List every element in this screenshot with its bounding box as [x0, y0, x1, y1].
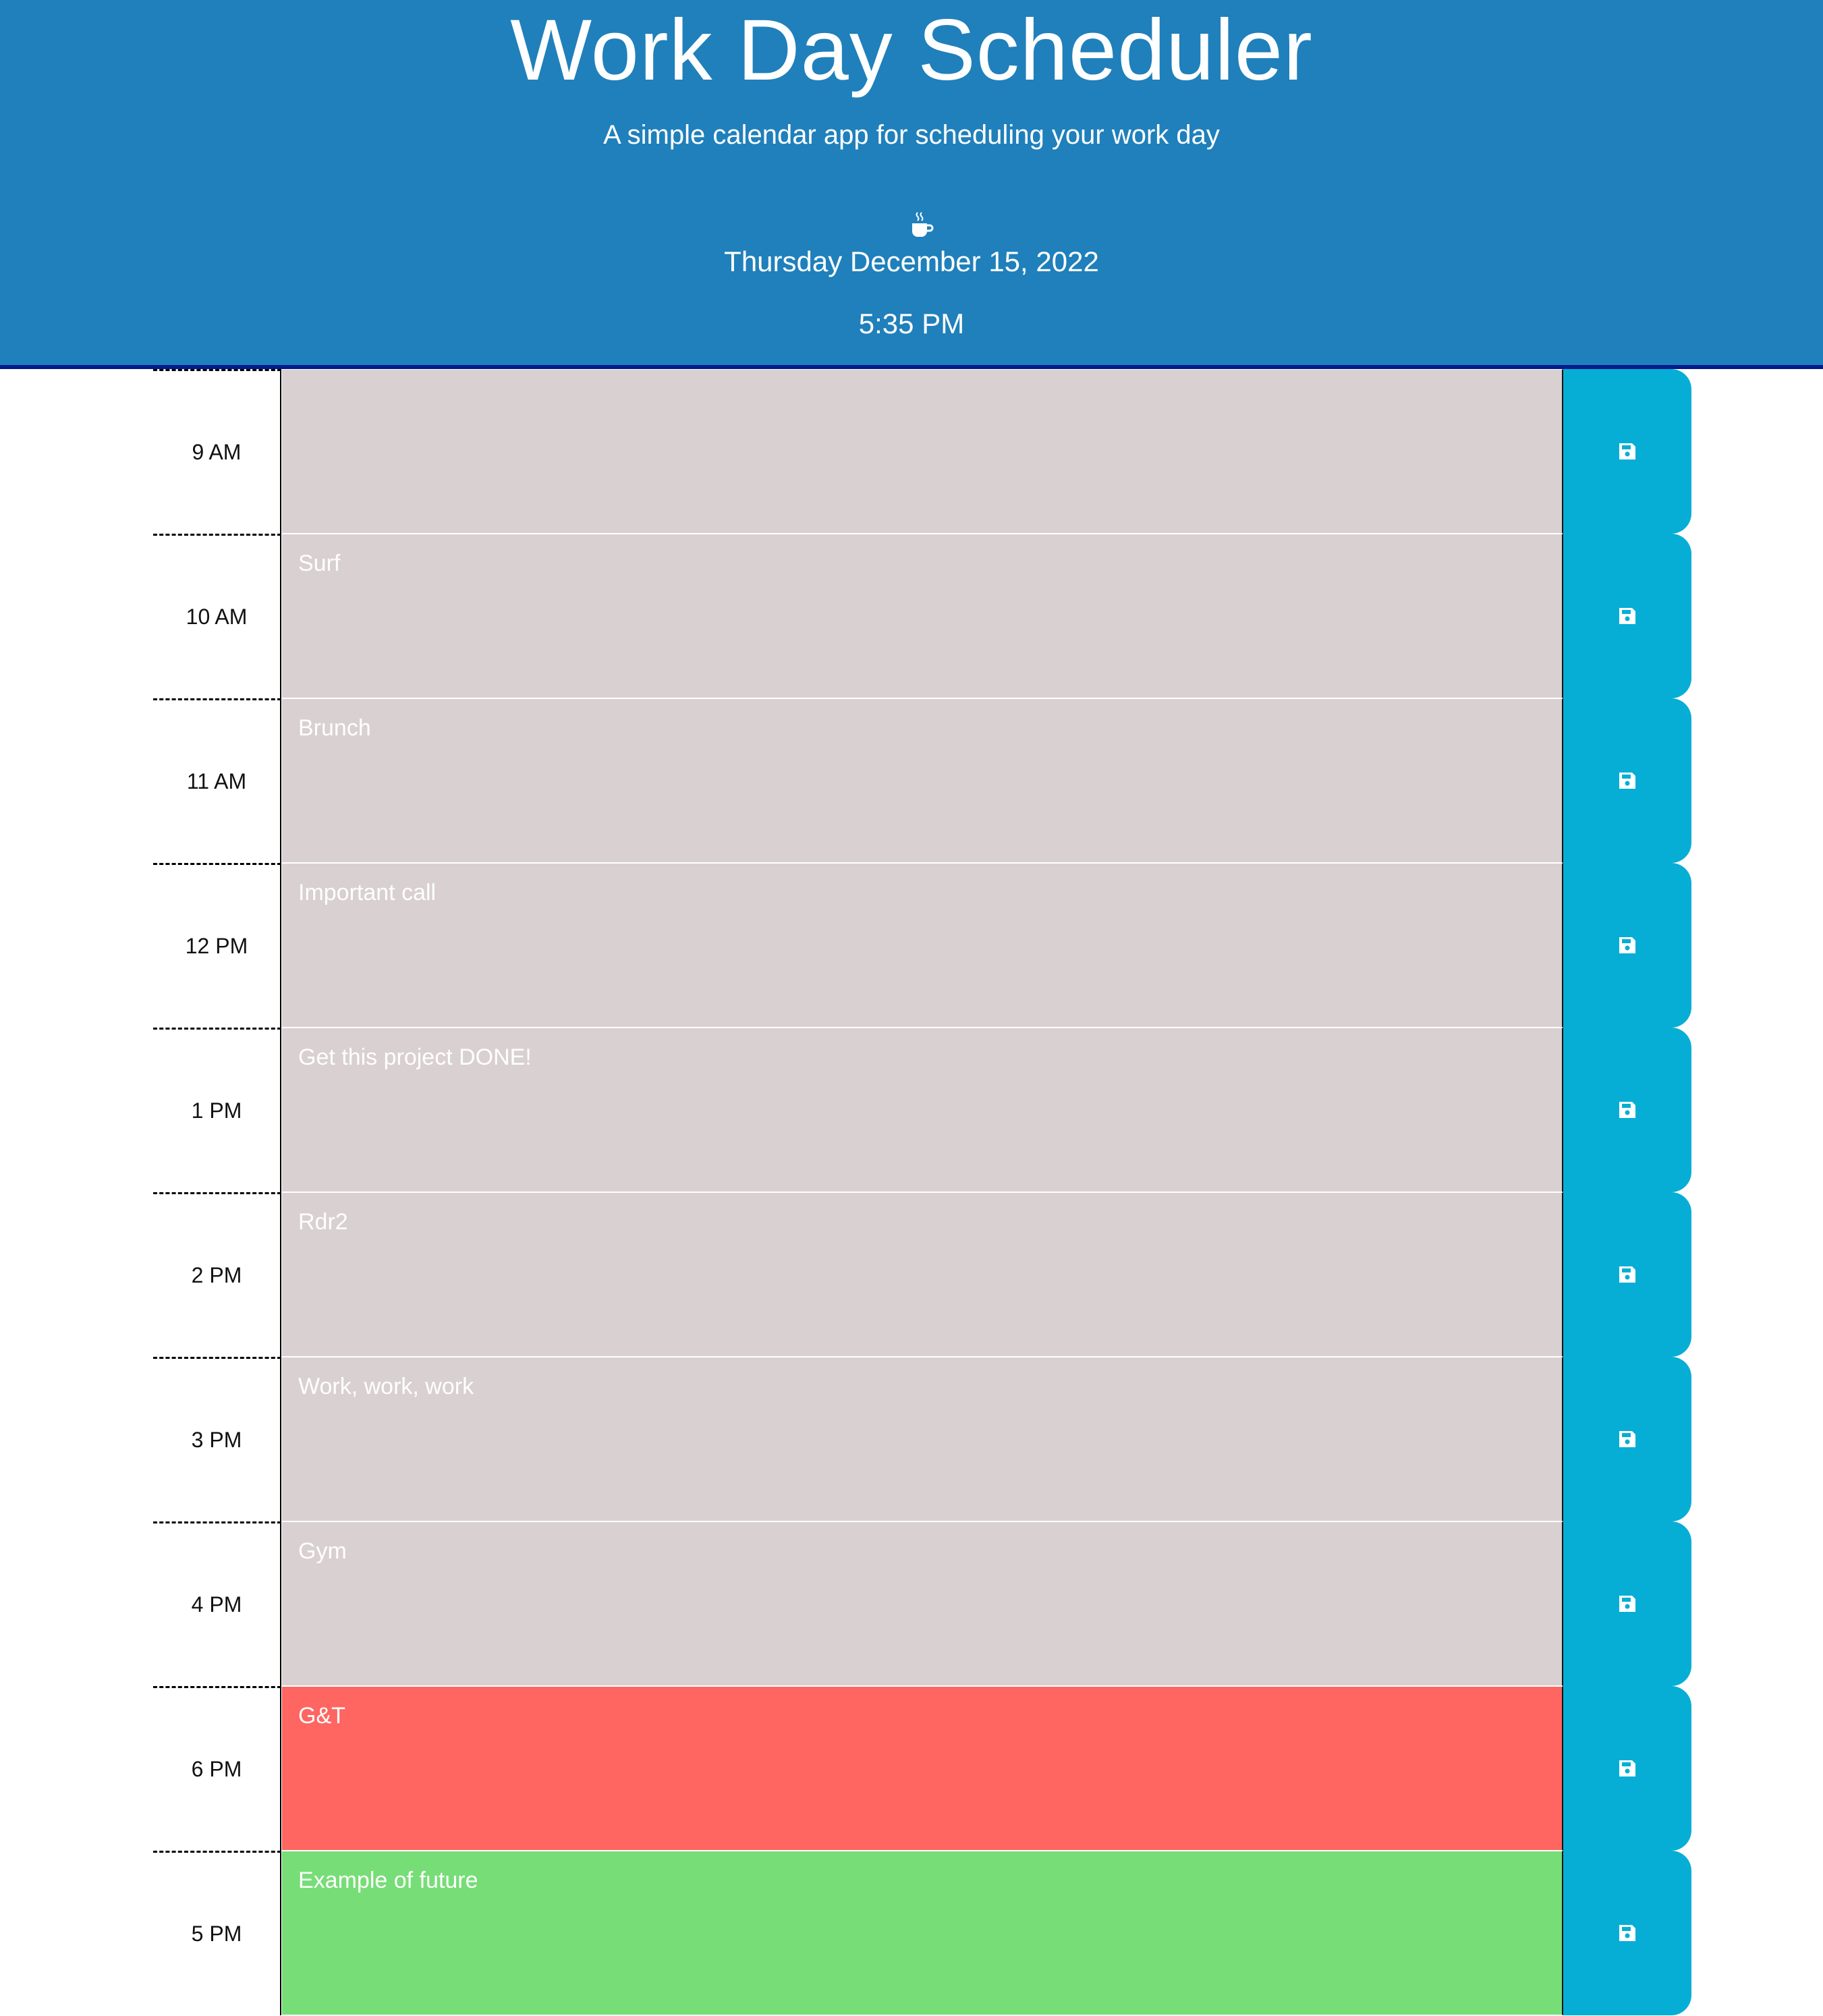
save-button[interactable]	[1563, 1686, 1691, 1851]
save-icon	[1619, 1596, 1635, 1612]
save-button[interactable]	[1563, 369, 1691, 534]
event-description-input[interactable]: Work, work, work	[281, 1357, 1563, 1521]
time-block-row: 5 PM Example of future	[153, 1851, 1691, 2015]
event-description-input[interactable]: Brunch	[281, 698, 1563, 863]
save-button[interactable]	[1563, 1521, 1691, 1686]
save-button[interactable]	[1563, 698, 1691, 863]
schedule-container: 9 AM 10 AM Surf 11 AM Brunch 12 PM Impor…	[153, 369, 1691, 2015]
hour-label: 6 PM	[153, 1686, 281, 1851]
current-date: Thursday December 15, 2022	[724, 246, 1099, 277]
hour-label: 11 AM	[153, 698, 281, 863]
time-block-row: 12 PM Important call	[153, 863, 1691, 1028]
save-icon	[1619, 1925, 1635, 1941]
hour-label: 12 PM	[153, 863, 281, 1028]
event-description-input[interactable]: Surf	[281, 534, 1563, 698]
hour-label: 5 PM	[153, 1851, 281, 2015]
event-description-input[interactable]: G&T	[281, 1686, 1563, 1851]
event-description-input[interactable]: Example of future	[281, 1851, 1563, 2015]
save-button[interactable]	[1563, 1357, 1691, 1521]
save-button[interactable]	[1563, 1192, 1691, 1357]
time-block-row: 2 PM Rdr2	[153, 1192, 1691, 1357]
app-title: Work Day Scheduler	[510, 2, 1313, 99]
event-description-input[interactable]: Rdr2	[281, 1192, 1563, 1357]
app-subtitle: A simple calendar app for scheduling you…	[603, 120, 1220, 150]
event-description-input[interactable]	[281, 369, 1563, 534]
save-icon	[1619, 1760, 1635, 1776]
coffee-icon	[912, 212, 934, 237]
event-description-input[interactable]: Gym	[281, 1521, 1563, 1686]
time-block-row: 11 AM Brunch	[153, 698, 1691, 863]
save-icon	[1619, 1431, 1635, 1447]
save-icon	[1619, 443, 1635, 459]
time-block-row: 4 PM Gym	[153, 1521, 1691, 1686]
save-icon	[1619, 937, 1635, 953]
save-icon	[1619, 773, 1635, 789]
time-block-row: 6 PM G&T	[153, 1686, 1691, 1851]
hour-label: 10 AM	[153, 534, 281, 698]
save-icon	[1619, 608, 1635, 624]
save-button[interactable]	[1563, 1028, 1691, 1192]
time-block-row: 3 PM Work, work, work	[153, 1357, 1691, 1521]
save-icon	[1619, 1266, 1635, 1283]
hour-label: 9 AM	[153, 369, 281, 534]
event-description-input[interactable]: Get this project DONE!	[281, 1028, 1563, 1192]
time-block-row: 1 PM Get this project DONE!	[153, 1028, 1691, 1192]
save-button[interactable]	[1563, 1851, 1691, 2015]
hour-label: 4 PM	[153, 1521, 281, 1686]
time-block-row: 10 AM Surf	[153, 534, 1691, 698]
page-header: Work Day Scheduler A simple calendar app…	[0, 0, 1823, 369]
current-time: 5:35 PM	[858, 308, 965, 339]
hour-label: 1 PM	[153, 1028, 281, 1192]
time-block-row: 9 AM	[153, 369, 1691, 534]
save-icon	[1619, 1102, 1635, 1118]
hour-label: 3 PM	[153, 1357, 281, 1521]
save-button[interactable]	[1563, 534, 1691, 698]
event-description-input[interactable]: Important call	[281, 863, 1563, 1028]
save-button[interactable]	[1563, 863, 1691, 1028]
hour-label: 2 PM	[153, 1192, 281, 1357]
